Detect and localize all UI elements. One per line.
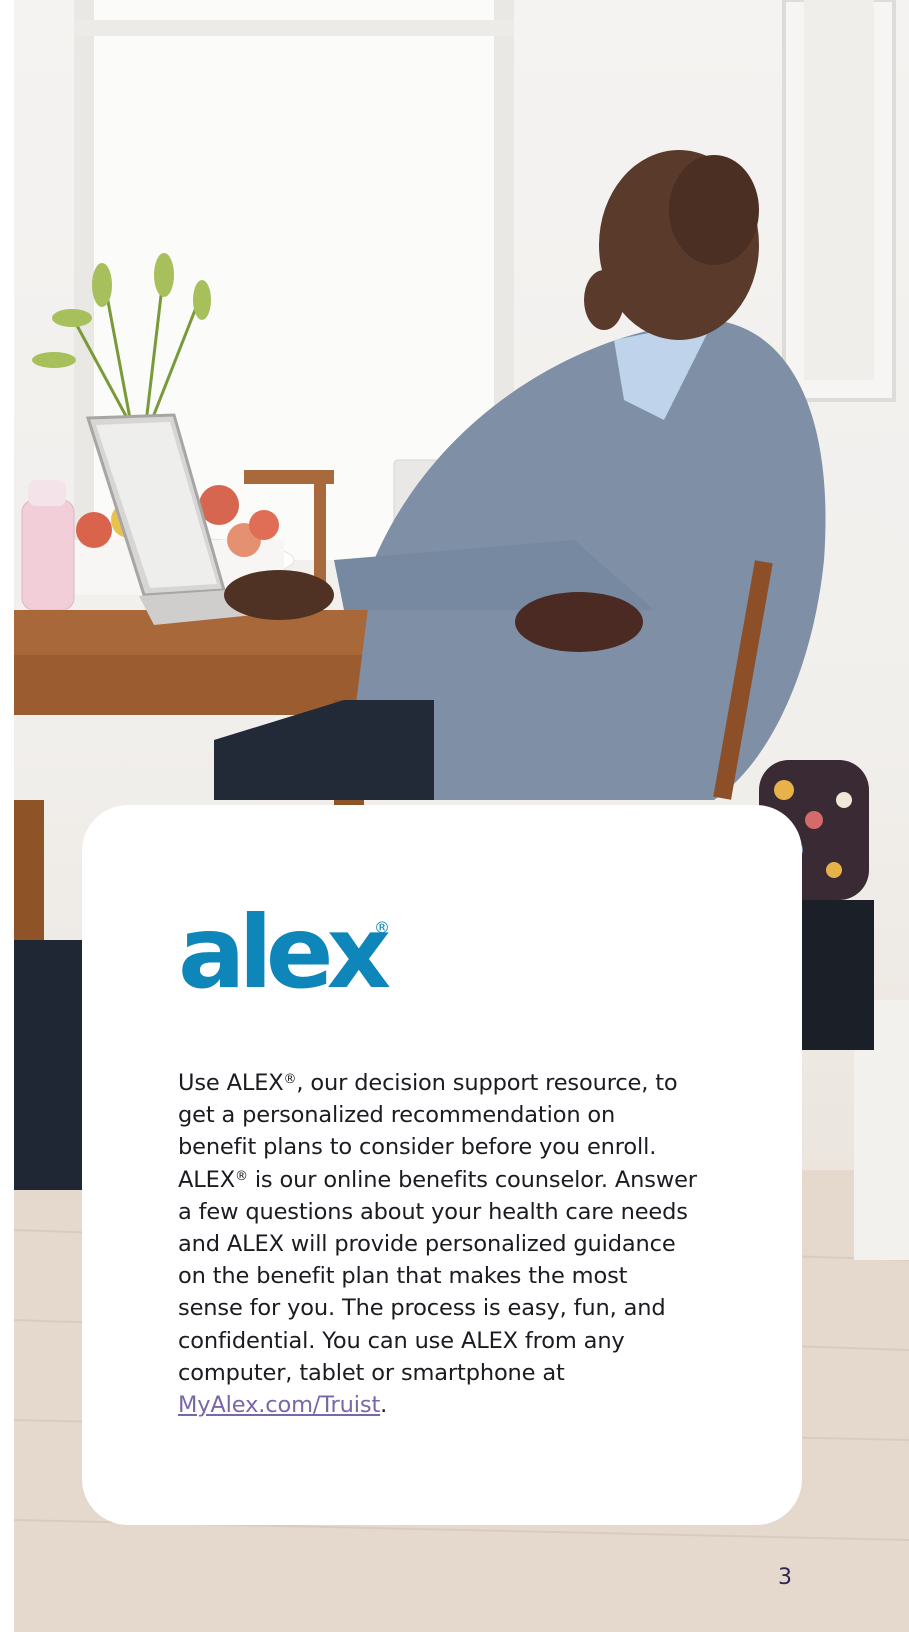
text-part-3: is our online benefits counselor. Answer… [178,1166,697,1386]
description-paragraph: Use ALEX®, our decision support resource… [178,1067,698,1421]
info-card: alex ® Use ALEX®, our decision support r… [82,805,802,1525]
registered-mark: ® [234,1168,248,1184]
myalex-link[interactable]: MyAlex.com/Truist [178,1392,380,1418]
text-part-4: . [380,1392,388,1419]
logo-registered-mark: ® [374,918,390,937]
text-part-1: Use ALEX [178,1070,284,1096]
alex-logo: alex ® [178,893,408,1003]
logo-wordmark: alex [178,894,390,1003]
page-number: 3 [778,1565,792,1590]
alex-logo-icon: alex ® [178,894,397,1003]
page: alex ® Use ALEX®, our decision support r… [0,0,909,1632]
registered-mark: ® [283,1072,297,1087]
